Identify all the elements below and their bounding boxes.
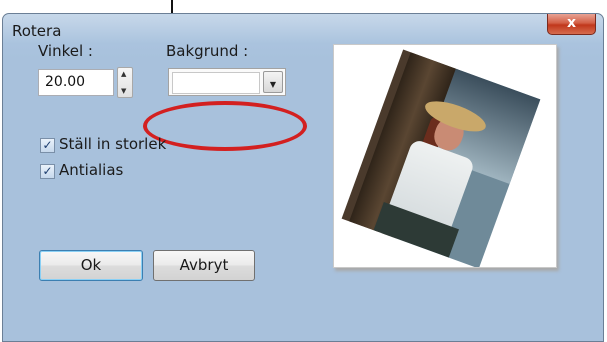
spin-up-icon[interactable]: ▲ [121, 70, 126, 78]
spin-down-icon[interactable]: ▼ [121, 87, 126, 95]
check-icon: ✓ [42, 164, 53, 178]
antialias-checkbox[interactable]: ✓ [40, 164, 55, 179]
antialias-checkbox-label[interactable]: Antialias [59, 161, 123, 179]
ok-button[interactable]: Ok [39, 250, 143, 281]
rotation-preview [333, 44, 557, 268]
background-dropdown-button[interactable]: ▼ [263, 71, 283, 93]
background-color-field[interactable] [172, 72, 260, 94]
red-highlight-ellipse [143, 101, 307, 151]
chevron-down-icon: ▼ [269, 80, 277, 89]
background-label: Bakgrund : [166, 42, 249, 60]
resize-checkbox[interactable]: ✓ [40, 138, 55, 153]
cancel-button[interactable]: Avbryt [153, 250, 255, 281]
background-combobox[interactable]: ▼ [168, 68, 286, 96]
resize-checkbox-label[interactable]: Ställ in storlek [59, 135, 166, 153]
preview-image [341, 49, 541, 267]
angle-spinner[interactable]: ▲ ▼ [117, 67, 133, 98]
window-title: Rotera [12, 22, 62, 40]
angle-input[interactable]: 20.00 [38, 69, 114, 96]
close-button[interactable]: x [547, 14, 596, 35]
angle-label: Vinkel : [38, 42, 93, 60]
check-icon: ✓ [42, 138, 53, 152]
title-bar[interactable]: Rotera x [3, 14, 603, 44]
close-icon: x [566, 15, 577, 31]
